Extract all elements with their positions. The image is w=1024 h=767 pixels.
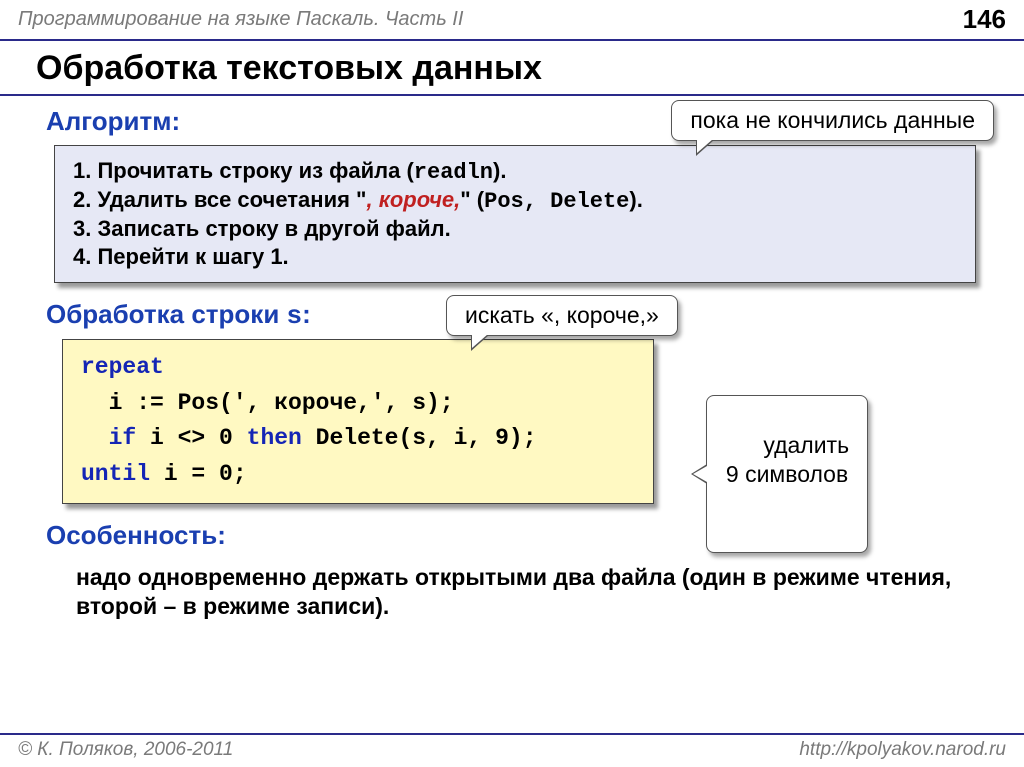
feature-text: надо одновременно держать открытыми два … xyxy=(46,559,996,623)
code-line-3: if i <> 0 then Delete(s, i, 9); xyxy=(81,421,635,457)
code-line-2: i := Pos(', короче,', s); xyxy=(81,386,635,422)
algo-step-2: 2. Удалить все сочетания ", короче," (Po… xyxy=(73,187,957,214)
callout-delete: удалить 9 символов xyxy=(706,395,868,553)
algo-step-3: 3. Записать строку в другой файл. xyxy=(73,216,957,242)
title-underline xyxy=(0,94,1024,96)
algorithm-box: 1. Прочитать строку из файла (readln). 2… xyxy=(54,145,976,283)
page-number: 146 xyxy=(963,4,1006,35)
code-line-4: until i = 0; xyxy=(81,457,635,493)
code-line-1: repeat xyxy=(81,350,635,386)
callout-text: удалить 9 символов xyxy=(726,432,849,487)
algo-step-1: 1. Прочитать строку из файла (readln). xyxy=(73,158,957,185)
footer-url: http://kpolyakov.narod.ru xyxy=(799,739,1006,761)
callout-search: искать «, короче,» xyxy=(446,295,678,336)
algo-step-4: 4. Перейти к шагу 1. xyxy=(73,244,957,270)
code-box: repeat i := Pos(', короче,', s); if i <>… xyxy=(62,339,654,504)
slide-title: Обработка текстовых данных xyxy=(0,41,1024,94)
copyright: © К. Поляков, 2006-2011 xyxy=(18,739,233,761)
callout-text: искать «, короче,» xyxy=(465,302,659,328)
course-title: Программирование на языке Паскаль. Часть… xyxy=(18,8,463,31)
callout-loop-condition: пока не кончились данные xyxy=(671,100,994,141)
callout-text: пока не кончились данные xyxy=(690,107,975,133)
footer: © К. Поляков, 2006-2011 http://kpolyakov… xyxy=(0,733,1024,761)
